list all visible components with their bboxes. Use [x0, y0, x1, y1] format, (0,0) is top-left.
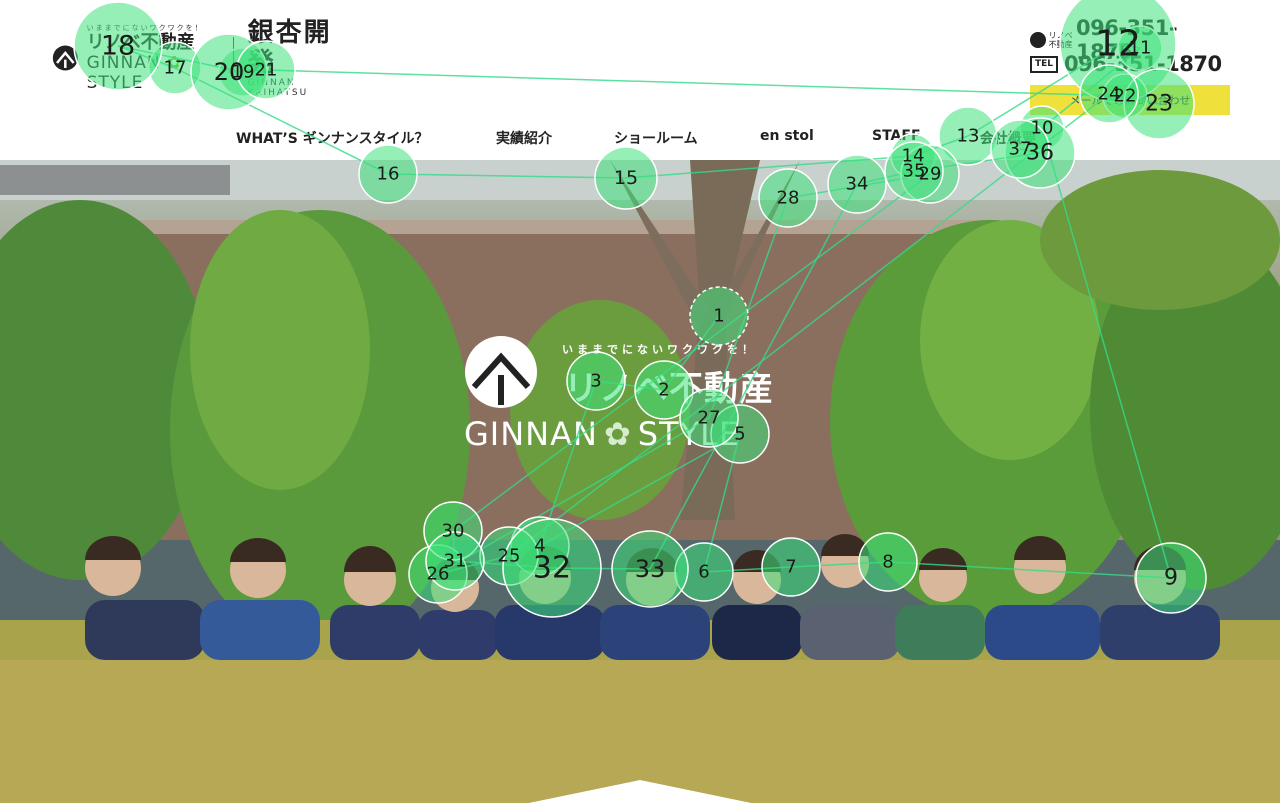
nav-item-whats[interactable]: WHAT’S ギンナンスタイル？: [236, 128, 496, 148]
company-logo: 銀杏開発 GINNAN KAIHATSU: [248, 18, 342, 98]
nav-item-works[interactable]: 実績紹介: [496, 128, 614, 148]
hero-title: リノベ不動産: [564, 369, 774, 409]
hero-style-suffix: STYLE: [637, 415, 741, 453]
logo-style-suffix: STYLE: [86, 73, 144, 93]
contact-label: リノベ 不動産: [1048, 31, 1073, 49]
logo-name: リノベ不動産: [86, 32, 195, 53]
nav-item-showroom[interactable]: ショールーム: [614, 128, 760, 148]
ginnan-mini-icon: [1030, 32, 1046, 48]
logo-style-prefix: GINNAN: [86, 53, 161, 73]
hero-logo: いままでにないワクワクを！ リノベ不動産 GINNAN ✿ STYLE: [464, 335, 816, 455]
logo-divider: [232, 37, 234, 79]
nav-item-staff[interactable]: STAFF: [872, 128, 980, 148]
contact-block: リノベ 不動産 096-351-1875 TEL 096-351-1870: [1030, 16, 1230, 76]
hero-tagline: いままでにないワクワクを！: [562, 343, 757, 356]
contact-row-tel: TEL 096-351-1870: [1030, 52, 1230, 76]
logo-style: GINNAN ✿ STYLE: [87, 53, 219, 93]
main-nav: WHAT’S ギンナンスタイル？ 実績紹介 ショールーム en stol STA…: [236, 128, 1070, 148]
site-header: いままでにないワクワクを！ リノベ不動産 GINNAN ✿ STYLE 銀杏開発…: [0, 0, 1280, 160]
phone-number-2[interactable]: 096-351-1870: [1064, 52, 1222, 76]
hero-style-line: GINNAN ✿ STYLE: [464, 415, 740, 453]
ginnan-mark-icon: [52, 45, 78, 71]
ginkgo-leaf-icon: ✿: [167, 53, 183, 73]
tel-badge: TEL: [1030, 55, 1059, 73]
nav-item-company[interactable]: 会社概要: [980, 128, 1070, 148]
site-logo[interactable]: いままでにないワクワクを！ リノベ不動産 GINNAN ✿ STYLE 銀杏開発…: [52, 18, 342, 98]
company-roman: GINNAN KAIHATSU: [247, 78, 309, 98]
mail-contact-button[interactable]: メールでのお問い合わせ: [1030, 85, 1230, 115]
ginkgo-leaf-icon: ✿: [603, 415, 632, 453]
logo-text: いままでにないワクワクを！ リノベ不動産 GINNAN ✿ STYLE: [87, 23, 219, 93]
hero-photo: [0, 160, 1280, 803]
company-name: 銀杏開発: [247, 18, 332, 78]
contact-row-renovation: リノベ 不動産 096-351-1875: [1030, 16, 1230, 64]
ginnan-house-icon: [465, 336, 537, 408]
page: いままでにないワクワクを！ リノベ不動産 GINNAN ✿ STYLE 銀杏開発…: [0, 0, 1280, 803]
hero-style-prefix: GINNAN: [464, 415, 598, 453]
nav-item-enstol[interactable]: en stol: [760, 128, 872, 148]
hero-section: いままでにないワクワクを！ リノベ不動産 GINNAN ✿ STYLE: [0, 160, 1280, 803]
